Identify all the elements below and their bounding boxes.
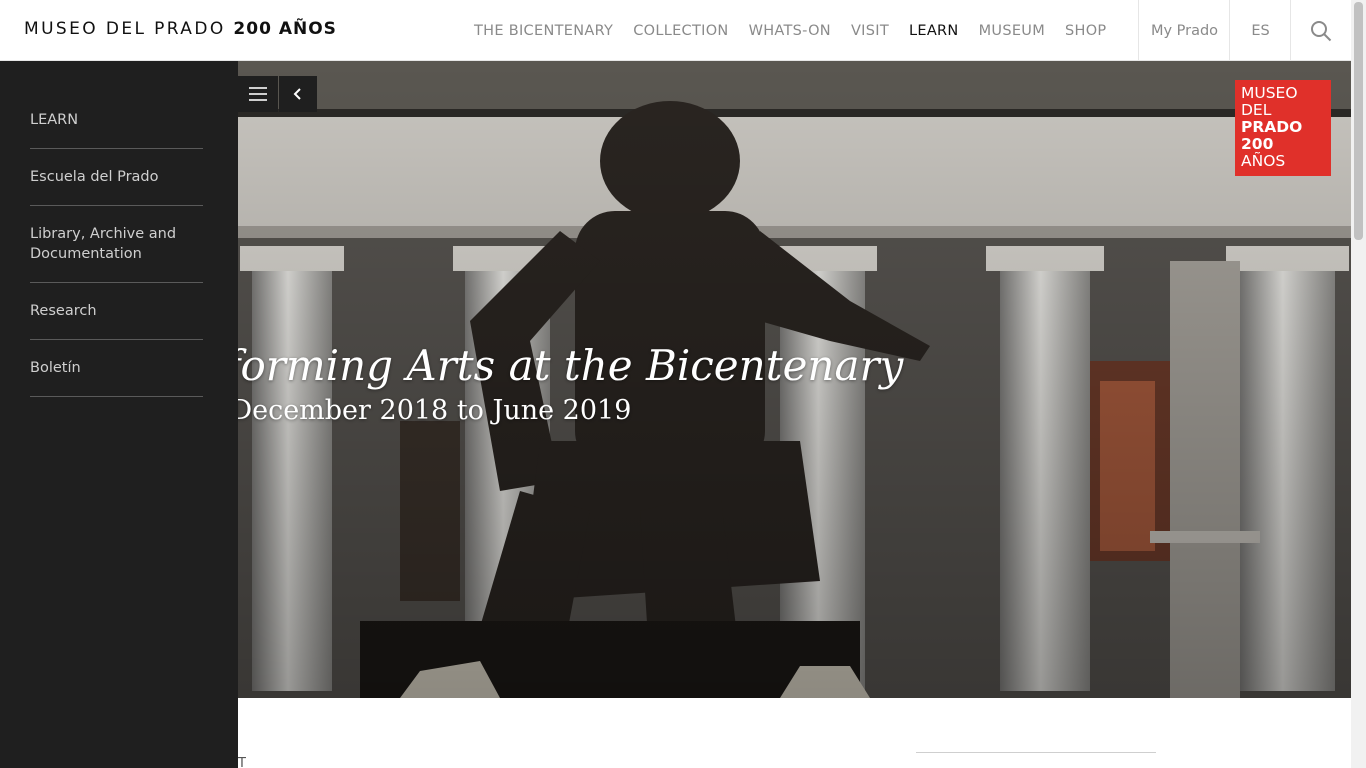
sidebar-item-learn[interactable]: LEARN bbox=[30, 110, 203, 149]
nav-museum[interactable]: MUSEUM bbox=[979, 23, 1045, 39]
site-logo[interactable]: MUSEO DEL PRADO 200 AÑOS bbox=[24, 19, 337, 39]
hero-subtitle: om December 2018 to June 2019 bbox=[180, 395, 632, 426]
main-nav: THE BICENTENARY COLLECTION WHATS-ON VISI… bbox=[474, 0, 1126, 61]
sidebar-item-boletin[interactable]: Boletín bbox=[30, 358, 203, 397]
nav-collection[interactable]: COLLECTION bbox=[633, 23, 728, 39]
scrollbar-thumb[interactable] bbox=[1354, 2, 1363, 240]
chevron-left-icon bbox=[293, 88, 301, 100]
sidebar-item-escuela-del-prado[interactable]: Escuela del Prado bbox=[30, 167, 203, 206]
bicentenary-badge[interactable]: MUSEO DEL PRADO 200 AÑOS bbox=[1235, 80, 1331, 176]
site-header: MUSEO DEL PRADO 200 AÑOS THE BICENTENARY… bbox=[0, 0, 1351, 61]
divider bbox=[916, 752, 1156, 753]
nav-visit[interactable]: VISIT bbox=[851, 23, 889, 39]
badge-line: DEL bbox=[1241, 101, 1272, 119]
logo-bold-text: 200 AÑOS bbox=[233, 19, 337, 39]
my-prado-link[interactable]: My Prado bbox=[1138, 0, 1230, 61]
nav-the-bicentenary[interactable]: THE BICENTENARY bbox=[474, 23, 613, 39]
search-button[interactable] bbox=[1290, 0, 1351, 61]
sidebar-item-research[interactable]: Research bbox=[30, 301, 203, 340]
badge-line: AÑOS bbox=[1241, 152, 1286, 170]
search-icon bbox=[1311, 20, 1332, 41]
nav-learn[interactable]: LEARN bbox=[909, 23, 959, 39]
menu-toggle-button[interactable] bbox=[238, 76, 278, 112]
logo-text: MUSEO DEL PRADO bbox=[24, 19, 226, 39]
sidebar-item-library[interactable]: Library, Archive and Documentation bbox=[30, 224, 203, 283]
hamburger-menu-icon bbox=[249, 87, 267, 101]
badge-line: MUSEO bbox=[1241, 84, 1298, 102]
sidebar-toolbar bbox=[238, 76, 317, 112]
hero-title: erforming Arts at the Bicentenary bbox=[180, 341, 904, 390]
nav-shop[interactable]: SHOP bbox=[1065, 23, 1106, 39]
learn-sidebar: LEARN Escuela del Prado Library, Archive… bbox=[0, 61, 238, 768]
language-switch[interactable]: ES bbox=[1229, 0, 1291, 61]
badge-line: 200 bbox=[1241, 135, 1274, 153]
page-scrollbar[interactable] bbox=[1351, 0, 1366, 768]
nav-whats-on[interactable]: WHATS-ON bbox=[749, 23, 831, 39]
badge-line: PRADO bbox=[1241, 118, 1303, 136]
collapse-sidebar-button[interactable] bbox=[279, 76, 317, 112]
section-kicker: T bbox=[238, 756, 247, 768]
